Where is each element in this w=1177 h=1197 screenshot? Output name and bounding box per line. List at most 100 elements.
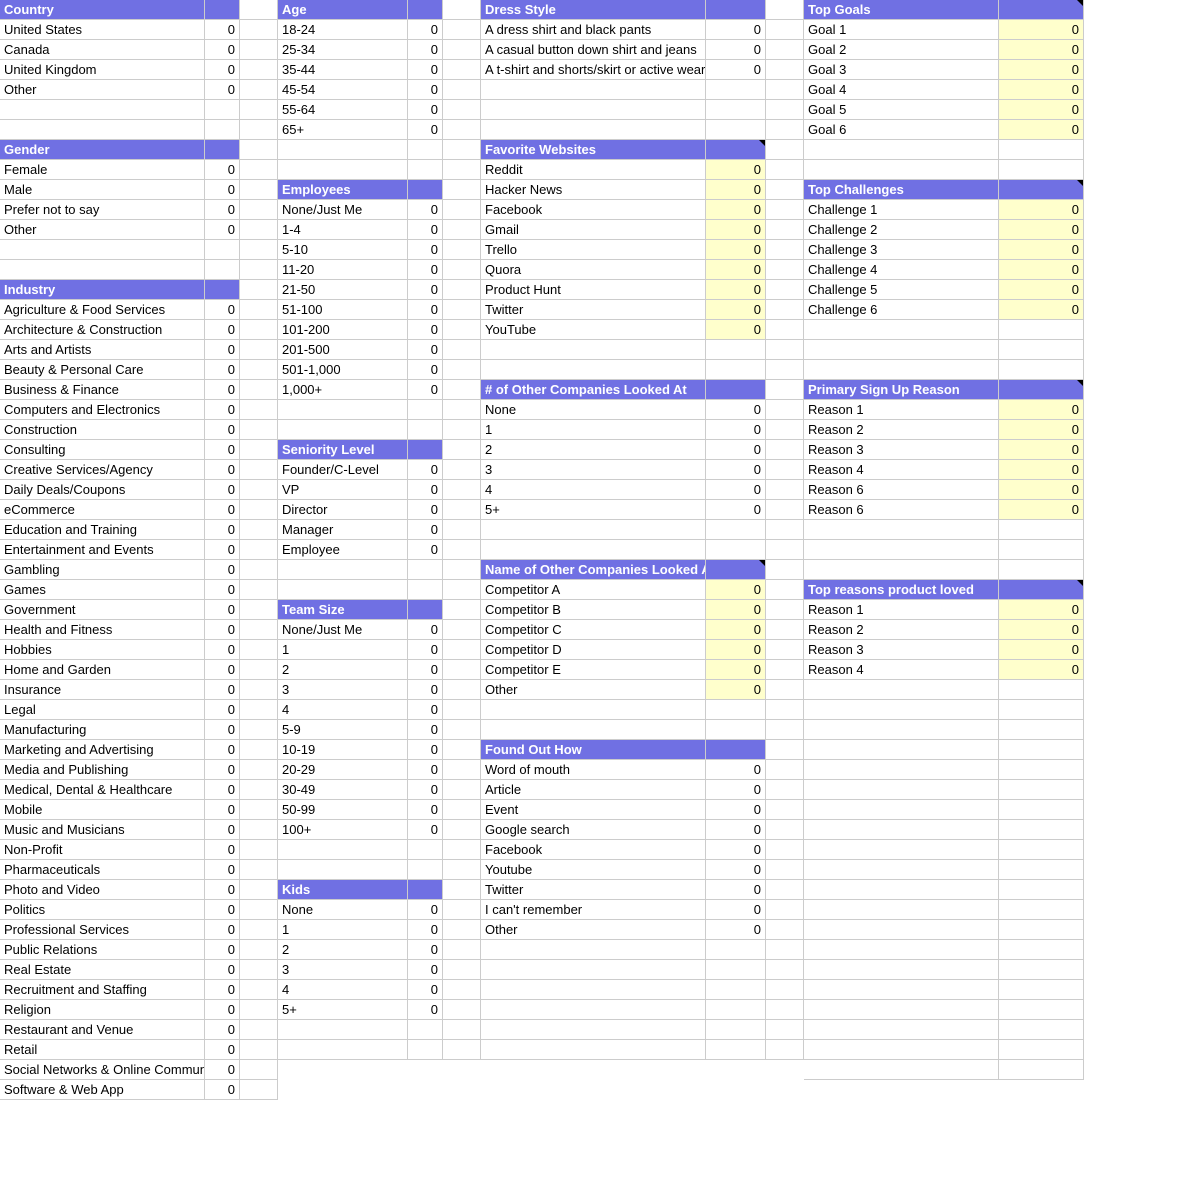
data-label-cell[interactable]: 5-10 — [278, 240, 408, 260]
data-label-cell[interactable]: YouTube — [481, 320, 706, 340]
gap-cell[interactable] — [240, 840, 278, 860]
gap-cell[interactable] — [443, 520, 481, 540]
data-value-cell[interactable]: 0 — [205, 1060, 240, 1080]
data-label-cell[interactable] — [481, 80, 706, 100]
gap-cell[interactable] — [443, 280, 481, 300]
data-label-cell[interactable] — [481, 520, 706, 540]
data-label-cell[interactable]: 1 — [481, 420, 706, 440]
gap-cell[interactable] — [443, 340, 481, 360]
gap-cell[interactable] — [240, 260, 278, 280]
gap-cell[interactable] — [766, 840, 804, 860]
data-value-cell[interactable] — [706, 100, 766, 120]
data-value-cell[interactable]: 0 — [205, 60, 240, 80]
data-label-cell[interactable]: Competitor D — [481, 640, 706, 660]
data-label-cell[interactable]: Hacker News — [481, 180, 706, 200]
gap-cell[interactable] — [443, 860, 481, 880]
gap-cell[interactable] — [766, 0, 804, 20]
gap-cell[interactable] — [240, 1060, 278, 1080]
data-label-cell[interactable]: Medical, Dental & Healthcare — [0, 780, 205, 800]
gap-cell[interactable] — [240, 760, 278, 780]
data-value-cell[interactable]: 0 — [408, 100, 443, 120]
gap-cell[interactable] — [443, 20, 481, 40]
gap-cell[interactable] — [766, 120, 804, 140]
data-value-cell[interactable]: 0 — [205, 520, 240, 540]
data-label-cell[interactable]: 5-9 — [278, 720, 408, 740]
data-label-cell[interactable]: Pharmaceuticals — [0, 860, 205, 880]
data-label-cell[interactable]: Politics — [0, 900, 205, 920]
section-header-value[interactable] — [999, 0, 1084, 20]
data-label-cell[interactable]: Real Estate — [0, 960, 205, 980]
data-label-cell[interactable] — [804, 920, 999, 940]
section-header[interactable]: Top reasons product loved — [804, 580, 999, 600]
data-value-cell[interactable]: 0 — [205, 300, 240, 320]
data-label-cell[interactable] — [804, 700, 999, 720]
data-label-cell[interactable]: Games — [0, 580, 205, 600]
gap-cell[interactable] — [443, 760, 481, 780]
gap-cell[interactable] — [766, 220, 804, 240]
data-label-cell[interactable]: Reason 2 — [804, 620, 999, 640]
section-header-value[interactable] — [205, 280, 240, 300]
gap-cell[interactable] — [240, 360, 278, 380]
data-value-cell[interactable] — [999, 900, 1084, 920]
gap-cell[interactable] — [443, 80, 481, 100]
data-value-cell[interactable] — [205, 120, 240, 140]
data-label-cell[interactable]: Reason 1 — [804, 600, 999, 620]
data-value-cell[interactable]: 0 — [408, 660, 443, 680]
gap-cell[interactable] — [766, 720, 804, 740]
data-label-cell[interactable]: Non-Profit — [0, 840, 205, 860]
gap-cell[interactable] — [240, 1040, 278, 1060]
data-label-cell[interactable]: Other — [0, 80, 205, 100]
data-label-cell[interactable]: None — [481, 400, 706, 420]
data-label-cell[interactable]: Canada — [0, 40, 205, 60]
data-value-cell[interactable]: 0 — [408, 240, 443, 260]
data-label-cell[interactable] — [804, 1060, 999, 1080]
data-label-cell[interactable] — [0, 100, 205, 120]
data-value-cell[interactable]: 0 — [408, 460, 443, 480]
data-label-cell[interactable]: Professional Services — [0, 920, 205, 940]
data-value-cell[interactable] — [999, 980, 1084, 1000]
gap-cell[interactable] — [240, 920, 278, 940]
data-label-cell[interactable]: Daily Deals/Coupons — [0, 480, 205, 500]
spreadsheet[interactable]: CountryUnited States0Canada0United Kingd… — [0, 0, 1177, 1100]
gap-cell[interactable] — [766, 100, 804, 120]
section-header[interactable]: Team Size — [278, 600, 408, 620]
data-label-cell[interactable]: Reason 2 — [804, 420, 999, 440]
gap-cell[interactable] — [766, 760, 804, 780]
data-value-cell[interactable] — [408, 420, 443, 440]
gap-cell[interactable] — [443, 480, 481, 500]
data-label-cell[interactable]: Reason 4 — [804, 460, 999, 480]
gap-cell[interactable] — [443, 920, 481, 940]
data-value-cell[interactable] — [706, 540, 766, 560]
gap-cell[interactable] — [240, 740, 278, 760]
data-label-cell[interactable] — [278, 840, 408, 860]
data-label-cell[interactable]: Product Hunt — [481, 280, 706, 300]
data-value-cell[interactable]: 0 — [999, 500, 1084, 520]
data-value-cell[interactable] — [706, 960, 766, 980]
section-header-value[interactable] — [706, 140, 766, 160]
data-value-cell[interactable]: 0 — [205, 40, 240, 60]
data-value-cell[interactable]: 0 — [999, 40, 1084, 60]
data-label-cell[interactable] — [804, 360, 999, 380]
data-value-cell[interactable]: 0 — [205, 580, 240, 600]
gap-cell[interactable] — [766, 740, 804, 760]
data-label-cell[interactable] — [481, 120, 706, 140]
data-label-cell[interactable]: Music and Musicians — [0, 820, 205, 840]
data-label-cell[interactable] — [804, 840, 999, 860]
data-label-cell[interactable] — [278, 140, 408, 160]
data-label-cell[interactable]: 55-64 — [278, 100, 408, 120]
data-value-cell[interactable]: 0 — [408, 980, 443, 1000]
data-label-cell[interactable]: Article — [481, 780, 706, 800]
data-value-cell[interactable]: 0 — [408, 900, 443, 920]
gap-cell[interactable] — [240, 40, 278, 60]
data-label-cell[interactable]: 1-4 — [278, 220, 408, 240]
data-label-cell[interactable] — [804, 560, 999, 580]
data-value-cell[interactable]: 0 — [408, 520, 443, 540]
data-label-cell[interactable]: Business & Finance — [0, 380, 205, 400]
gap-cell[interactable] — [766, 260, 804, 280]
gap-cell[interactable] — [443, 900, 481, 920]
data-value-cell[interactable]: 0 — [706, 620, 766, 640]
gap-cell[interactable] — [766, 460, 804, 480]
data-label-cell[interactable]: Gmail — [481, 220, 706, 240]
gap-cell[interactable] — [240, 600, 278, 620]
data-value-cell[interactable] — [706, 120, 766, 140]
